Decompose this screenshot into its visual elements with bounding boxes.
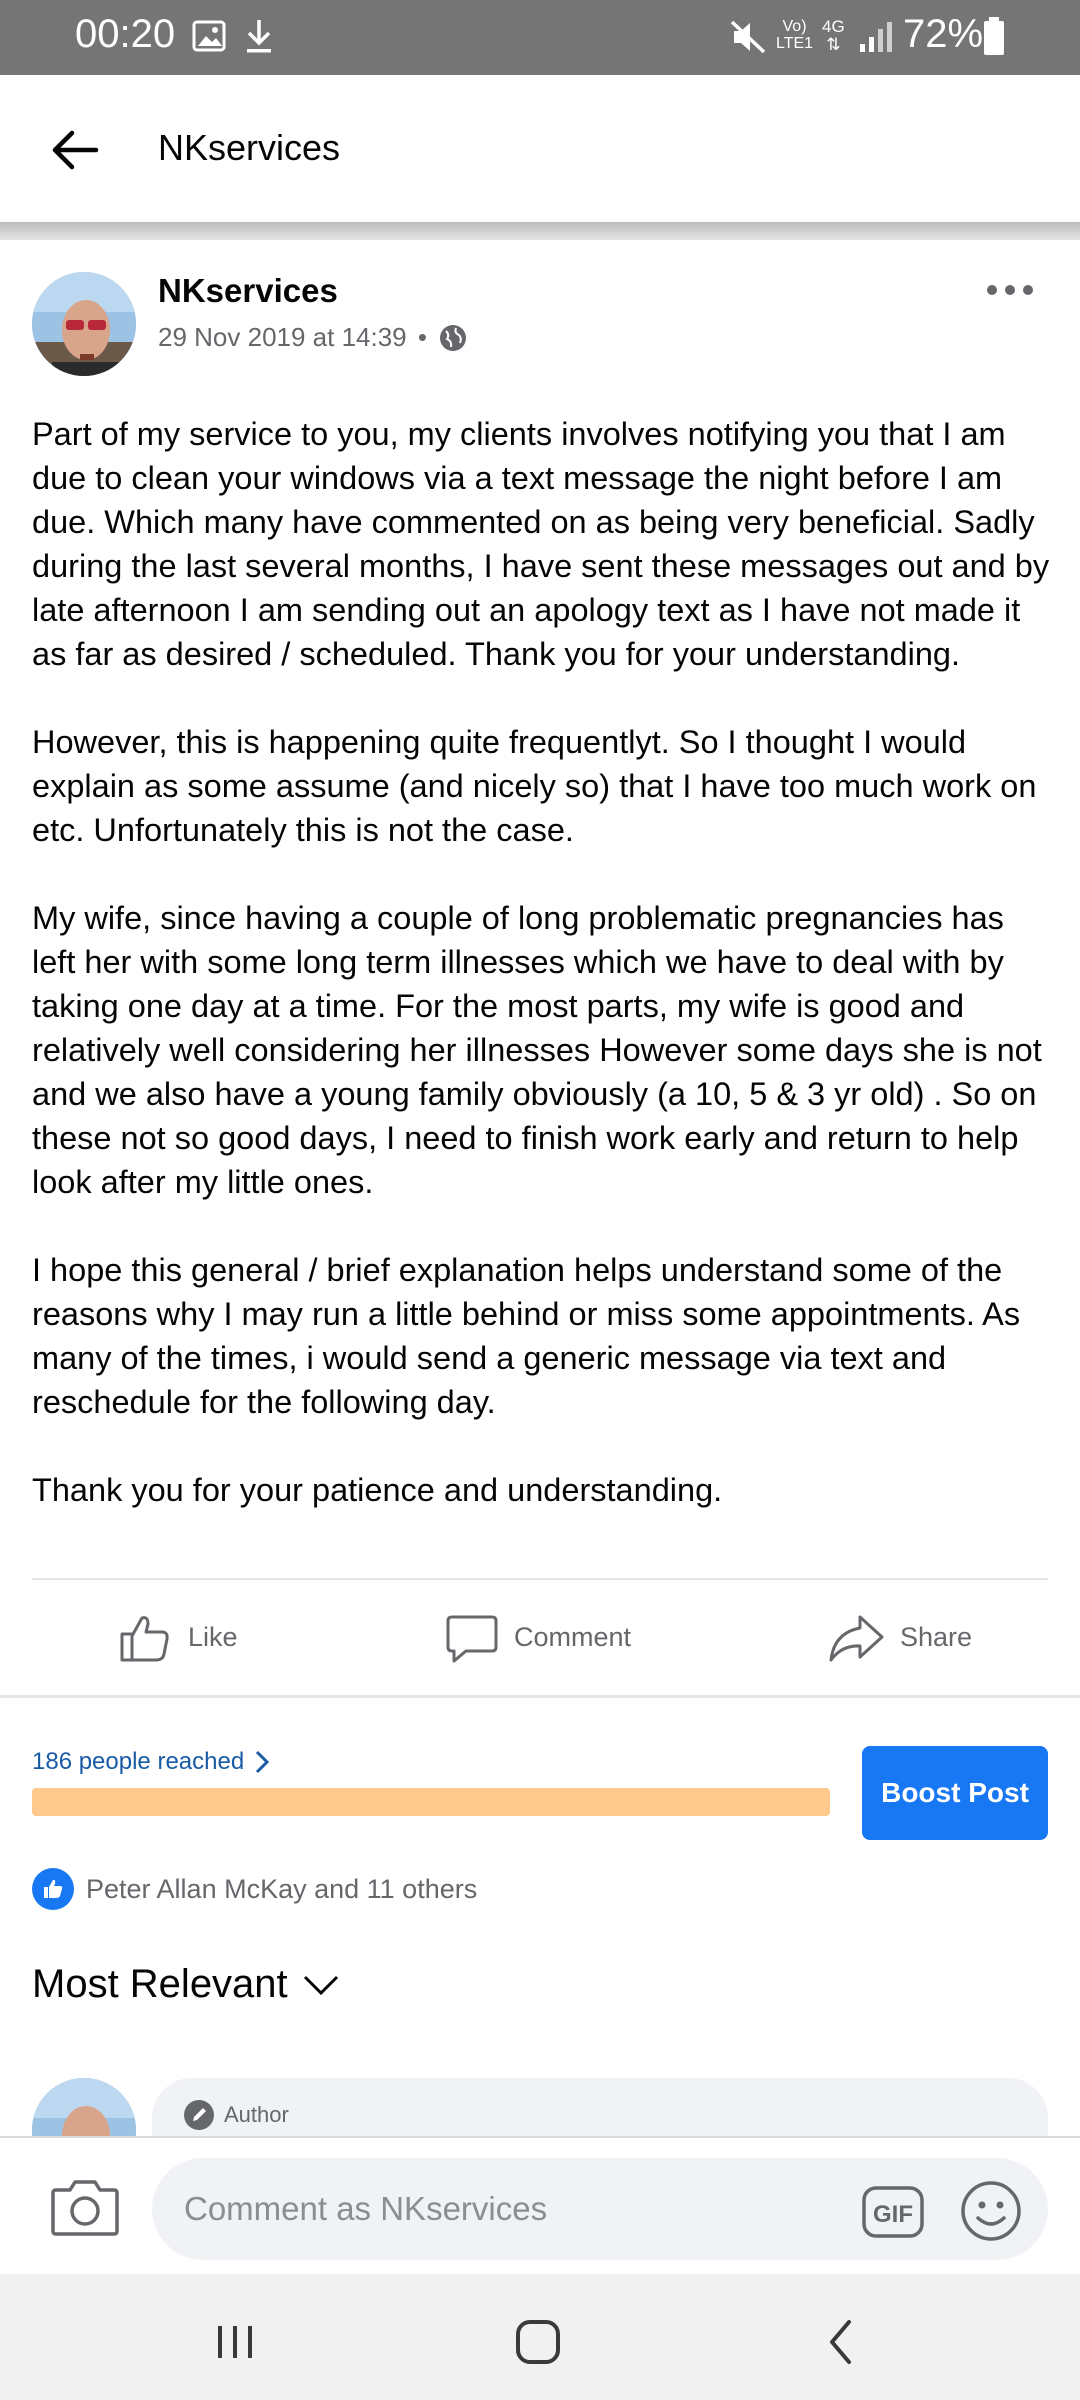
post-paragraph: However, this is happening quite frequen…: [32, 724, 1037, 848]
gif-icon[interactable]: GIF: [862, 2186, 924, 2238]
more-options-icon[interactable]: [985, 275, 1035, 305]
post-paragraph: Part of my service to you, my clients in…: [32, 416, 1050, 672]
system-navigation-bar: [0, 2274, 1080, 2400]
network-type: Vo) LTE1: [776, 18, 813, 52]
battery-icon: [984, 17, 1004, 55]
page-title: NKservices: [158, 127, 341, 168]
actions-divider: [0, 1695, 1080, 1698]
chevron-down-icon: [303, 1975, 338, 1995]
thumbs-up-icon: [120, 1615, 169, 1661]
reach-progress-bar: [32, 1788, 830, 1816]
signal-icon: [860, 22, 892, 52]
comment-placeholder: Comment as NKservices: [184, 2190, 548, 2227]
people-reached-link[interactable]: 186 people reached: [32, 1748, 272, 1776]
like-label: Like: [188, 1622, 238, 1652]
comment-input[interactable]: Comment as NKservices GIF: [152, 2158, 1048, 2260]
camera-icon[interactable]: [50, 2176, 120, 2238]
comment-label: Comment: [514, 1622, 632, 1652]
mobile-data: 4G ⇅: [822, 18, 845, 54]
status-bar: 00:20 Vo) LTE1 4G ⇅ 72%: [0, 0, 1080, 75]
network-volte-label: Vo): [782, 18, 807, 35]
post-paragraph: I hope this general / brief explanation …: [32, 1252, 1021, 1420]
like-reaction-icon: [32, 1868, 74, 1910]
author-badge-label: Author: [224, 2102, 289, 2127]
app-header: NKservices: [0, 75, 1080, 225]
post-timestamp[interactable]: 29 Nov 2019 at 14:39: [158, 322, 407, 352]
post-paragraph: My wife, since having a couple of long p…: [32, 900, 1042, 1200]
post-paragraph: Thank you for your patience and understa…: [32, 1472, 723, 1508]
battery-percent: 72%: [903, 12, 984, 56]
download-icon: [247, 20, 271, 53]
header-divider: [0, 222, 1080, 240]
comment-composer: Comment as NKservices GIF: [0, 2136, 1080, 2274]
reactions-text: Peter Allan McKay and 11 others: [86, 1873, 478, 1904]
meta-separator: •: [417, 322, 427, 352]
chevron-right-icon: [256, 1750, 270, 1774]
recent-apps-icon[interactable]: [205, 2312, 265, 2372]
home-icon[interactable]: [508, 2312, 568, 2372]
comment-sort-dropdown[interactable]: Most Relevant: [32, 1962, 340, 2007]
emoji-icon[interactable]: [960, 2180, 1022, 2242]
author-avatar[interactable]: [32, 272, 136, 376]
post-meta: 29 Nov 2019 at 14:39 •: [158, 322, 468, 353]
comment-button[interactable]: Comment: [446, 1580, 631, 1695]
gif-label: GIF: [873, 2201, 913, 2228]
sort-label: Most Relevant: [32, 1962, 288, 2006]
network-generation-label: 4G: [822, 17, 845, 36]
data-arrows-icon: ⇅: [826, 35, 841, 54]
mute-icon: [730, 20, 766, 54]
reach-label: 186 people reached: [32, 1748, 245, 1775]
globe-icon: [440, 325, 467, 351]
like-button[interactable]: Like: [118, 1580, 238, 1695]
pencil-badge-icon: [184, 2100, 214, 2130]
author-badge: Author: [182, 2098, 289, 2132]
share-icon: [829, 1615, 884, 1661]
post-author-name[interactable]: NKservices: [158, 272, 338, 310]
share-button[interactable]: Share: [828, 1580, 972, 1695]
share-label: Share: [900, 1622, 973, 1652]
status-time: 00:20: [75, 12, 176, 56]
network-lte-label: LTE1: [776, 35, 814, 52]
reactions-summary[interactable]: Peter Allan McKay and 11 others: [32, 1868, 477, 1910]
post-text: Part of my service to you, my clients in…: [32, 412, 1052, 1512]
back-nav-icon[interactable]: [812, 2312, 872, 2372]
image-icon: [192, 20, 226, 52]
boost-post-button[interactable]: Boost Post: [862, 1746, 1048, 1840]
comment-icon: [446, 1615, 498, 1662]
back-arrow-icon[interactable]: [40, 115, 110, 185]
post-actions: Like Comment Share: [0, 1580, 1080, 1695]
avatar-photo: [32, 272, 136, 376]
